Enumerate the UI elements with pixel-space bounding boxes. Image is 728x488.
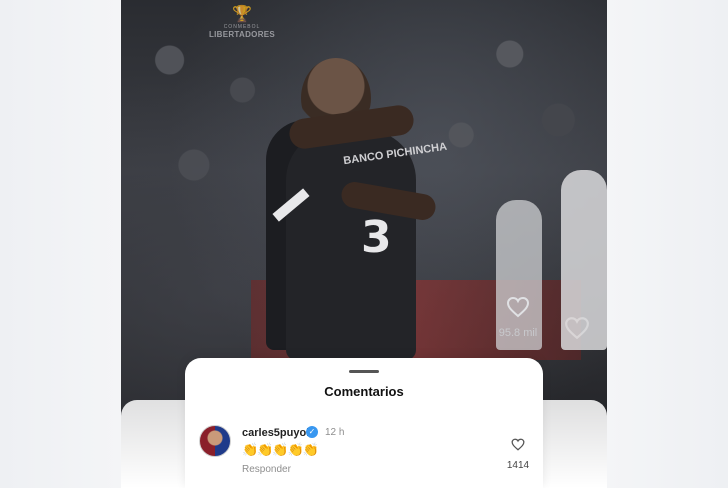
comment-like: 1414 [501, 438, 535, 471]
trophy-icon: 🏆 [232, 6, 252, 23]
sheet-title: Comentarios [324, 384, 404, 399]
comment-item: carles5puyol ✓ 12 h 👏👏👏👏👏 Responder 1414 [121, 420, 607, 488]
ghost-heart-icon [557, 316, 597, 345]
avatar[interactable] [199, 425, 231, 457]
comment-time: 12 h [325, 427, 345, 438]
watermark-big-text: LIBERTADORES [208, 30, 276, 39]
page-background-left [0, 0, 121, 488]
reel-like-count: 95.8 mil [498, 327, 538, 339]
heart-icon[interactable] [501, 438, 535, 456]
heart-icon[interactable] [496, 296, 540, 323]
jersey-number: 3 [361, 212, 392, 263]
verified-badge-icon: ✓ [306, 426, 318, 438]
comment-username[interactable]: carles5puyol [242, 427, 309, 439]
page-background-right [606, 0, 728, 488]
sheet-drag-handle[interactable] [349, 370, 379, 373]
comment-like-count: 1414 [506, 460, 530, 471]
reply-button[interactable]: Responder [242, 464, 291, 475]
libertadores-watermark: 🏆 CONMEBOL LIBERTADORES [207, 6, 277, 39]
comment-text: 👏👏👏👏👏 [242, 443, 319, 458]
reel-actions: 95.8 mil [496, 296, 540, 339]
